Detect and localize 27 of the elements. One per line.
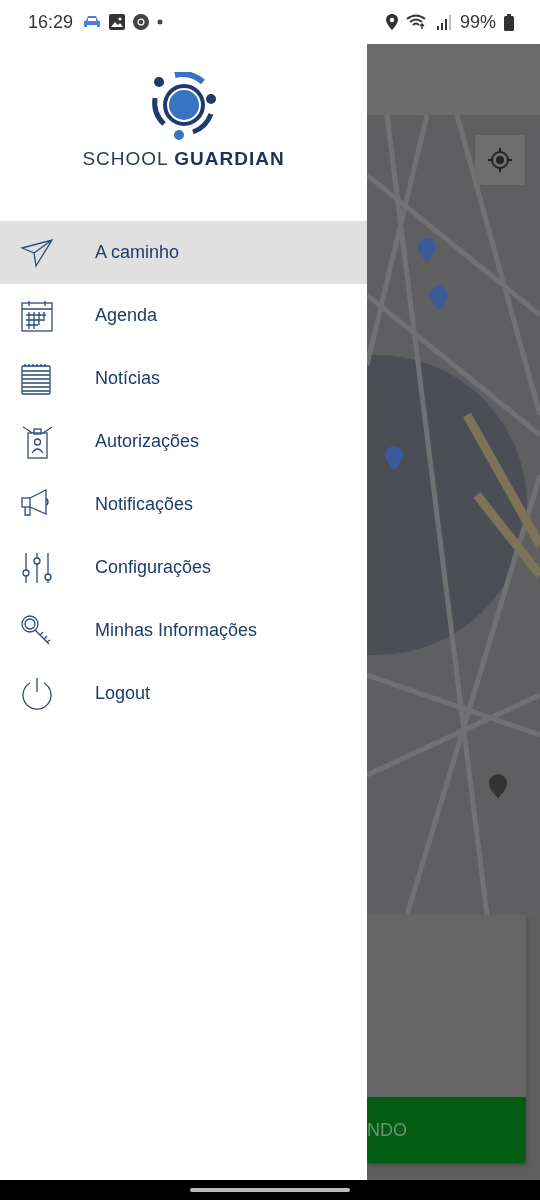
signal-icon <box>435 14 452 30</box>
battery-icon <box>504 13 514 31</box>
my-location-button[interactable] <box>475 135 525 185</box>
crosshair-icon <box>487 147 513 173</box>
location-icon <box>385 14 398 30</box>
image-icon <box>109 14 126 30</box>
status-time: 16:29 <box>28 11 74 33</box>
drawer-item[interactable]: Autorizações <box>0 410 367 473</box>
battery-percent: 99% <box>459 11 496 33</box>
power-icon <box>20 676 54 711</box>
calendar-icon <box>20 298 54 333</box>
car-icon <box>83 15 102 29</box>
id-badge-icon <box>20 424 54 459</box>
drawer-item[interactable]: A caminho <box>0 221 367 284</box>
drawer-item[interactable]: Configurações <box>0 536 367 599</box>
drawer-item[interactable]: Logout <box>0 662 367 725</box>
dot-icon <box>157 19 164 25</box>
notepad-icon <box>20 361 54 396</box>
drawer-item[interactable]: Notícias <box>0 347 367 410</box>
brand-wordmark: SCHOOL GUARDIAN <box>82 148 285 170</box>
home-handle[interactable] <box>190 1188 350 1192</box>
drawer-item[interactable]: Notificações <box>0 473 367 536</box>
drawer-item[interactable]: Minhas Informações <box>0 599 367 662</box>
wifi-icon <box>405 14 428 30</box>
browser-icon <box>133 14 150 30</box>
drawer-item[interactable]: Agenda <box>0 284 367 347</box>
sliders-icon <box>20 550 54 585</box>
